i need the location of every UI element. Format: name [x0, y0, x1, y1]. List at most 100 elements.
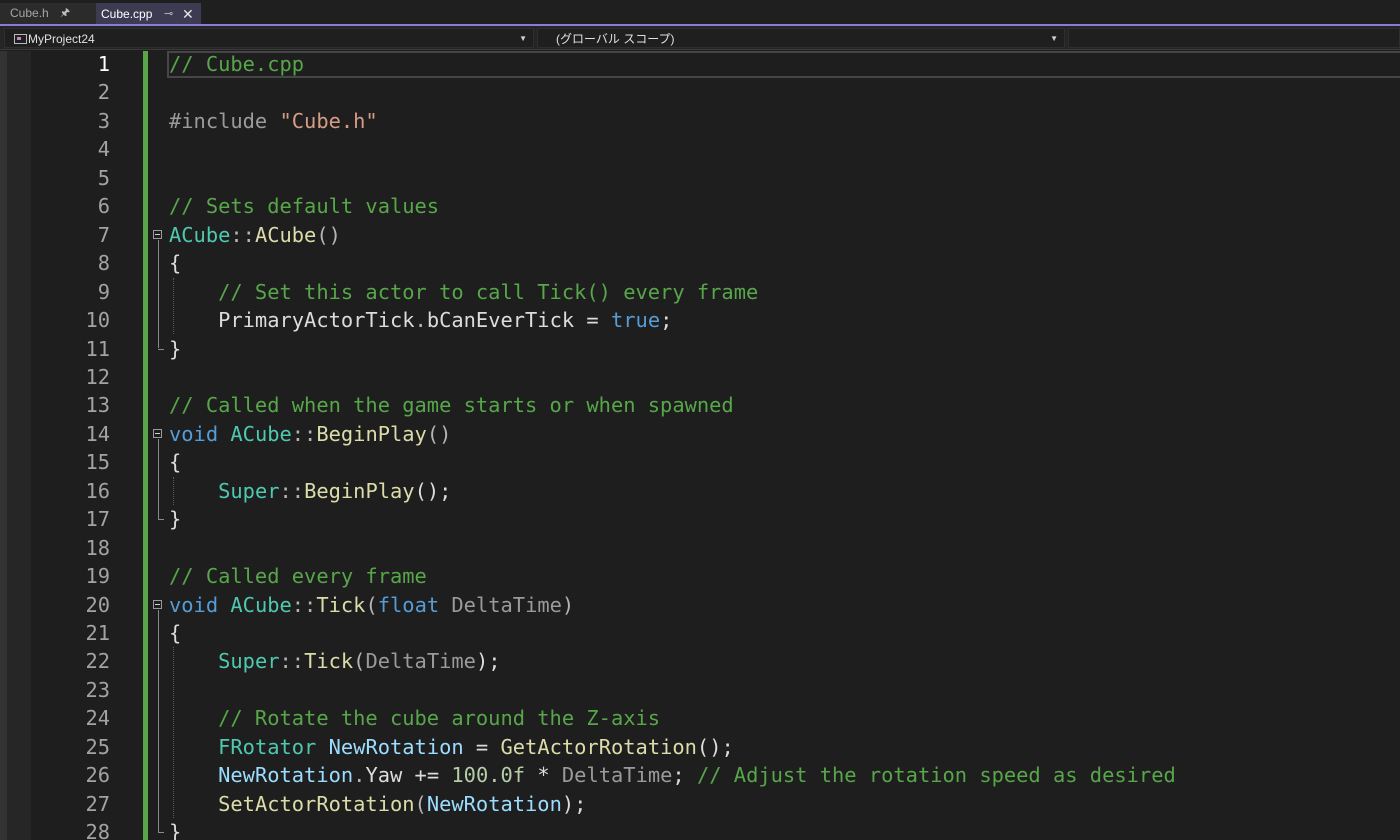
pin-icon[interactable]: 🖈 — [60, 3, 70, 24]
line-number: 8 — [97, 251, 110, 276]
code-token: // Called every frame — [169, 564, 427, 589]
code-token: NewRotation — [218, 763, 354, 788]
line-number: 27 — [85, 791, 110, 816]
line-number: 9 — [97, 279, 110, 304]
code-line[interactable]: 8{ — [0, 249, 1400, 277]
collapse-icon[interactable] — [153, 599, 162, 609]
code-line[interactable]: 16 Super::BeginPlay(); — [0, 477, 1400, 505]
line-number: 3 — [97, 108, 110, 133]
code-line[interactable]: 24 // Rotate the cube around the Z-axis — [0, 704, 1400, 732]
code-line[interactable]: 9 // Set this actor to call Tick() every… — [0, 278, 1400, 306]
tab-cube-h[interactable]: Cube.h 🖈 — [0, 3, 96, 24]
line-number: 5 — [97, 165, 110, 190]
line-code: Super::Tick(DeltaTime); — [169, 647, 500, 675]
code-line[interactable]: 17} — [0, 505, 1400, 533]
code-token: #include — [169, 108, 280, 133]
line-code: // Called every frame — [169, 562, 427, 590]
line-code: // Set this actor to call Tick() every f… — [169, 278, 758, 306]
code-token: void — [169, 592, 219, 617]
line-code: } — [169, 505, 181, 533]
pin-icon[interactable]: ⊸ — [164, 3, 173, 26]
line-number: 12 — [85, 364, 110, 389]
code-line[interactable]: 23 — [0, 676, 1400, 704]
outline-guide-end — [158, 348, 164, 350]
code-token: ; — [660, 308, 673, 333]
collapse-icon[interactable] — [153, 229, 162, 239]
code-token: . — [414, 308, 427, 333]
code-line[interactable]: 14 void ACube::BeginPlay() — [0, 420, 1400, 448]
indent-guide — [173, 476, 174, 506]
code-line[interactable]: 12 — [0, 363, 1400, 391]
code-line[interactable]: 26 NewRotation.Yaw += 100.0f * DeltaTime… — [0, 761, 1400, 789]
code-line[interactable]: 7 ACube::ACube() — [0, 221, 1400, 249]
code-token: // Adjust the rotation speed as desired — [696, 763, 1176, 788]
code-line[interactable]: 18 — [0, 534, 1400, 562]
indent-guide — [173, 277, 174, 335]
collapse-icon[interactable] — [153, 428, 162, 438]
tab-cube-cpp[interactable]: Cube.cpp ⊸ ✕ — [96, 3, 201, 26]
code-line[interactable]: 4 — [0, 135, 1400, 163]
code-token: ACube — [230, 592, 292, 617]
code-line[interactable]: 27 SetActorRotation(NewRotation); — [0, 790, 1400, 818]
code-line[interactable]: 20 void ACube::Tick(float DeltaTime) — [0, 591, 1400, 619]
close-icon[interactable]: ✕ — [182, 3, 194, 26]
code-line[interactable]: 3 #include "Cube.h" — [0, 107, 1400, 135]
code-token: BeginPlay — [316, 421, 427, 446]
code-token: // Sets default values — [169, 194, 440, 219]
chevron-down-icon[interactable]: ▼ — [519, 29, 527, 49]
code-token: SetActorRotation — [218, 791, 415, 816]
code-line[interactable]: 11} — [0, 335, 1400, 363]
code-token: // Cube.cpp — [169, 52, 305, 76]
code-line[interactable]: 2 — [0, 78, 1400, 106]
document-tab-bar: Cube.h 🖈 Cube.cpp ⊸ ✕ — [0, 0, 1400, 26]
line-number: 15 — [85, 450, 110, 475]
line-code: // Called when the game starts or when s… — [169, 391, 734, 419]
indent-guide — [173, 647, 174, 819]
outline-guide — [158, 609, 159, 833]
code-token: (); — [414, 478, 452, 503]
code-line[interactable]: 21 { — [0, 619, 1400, 647]
member-dropdown[interactable] — [1068, 28, 1400, 48]
chevron-down-icon[interactable]: ▼ — [1050, 29, 1058, 49]
code-token: ACube — [169, 222, 231, 247]
line-number: 16 — [85, 478, 110, 503]
code-editor[interactable]: 1// Cube.cpp 2 3 #include "Cube.h" 4 5 6// Set… — [0, 51, 1400, 840]
line-number: 13 — [85, 393, 110, 418]
code-token: ( — [353, 649, 366, 674]
scope-dropdown[interactable]: (グローバル スコープ) ▼ — [537, 28, 1065, 48]
line-number: 25 — [85, 734, 110, 759]
code-line[interactable]: 10 PrimaryActorTick.bCanEverTick = true; — [0, 306, 1400, 334]
outline-guide — [158, 239, 159, 349]
code-line[interactable]: 28} — [0, 818, 1400, 840]
code-token: :: — [279, 649, 305, 674]
code-line[interactable]: 15 { — [0, 448, 1400, 476]
code-line[interactable]: 5 — [0, 164, 1400, 192]
line-number: 24 — [85, 706, 110, 731]
code-token: "Cube.h" — [279, 108, 378, 133]
line-number: 21 — [85, 621, 110, 645]
code-line[interactable]: 13 // Called when the game starts or when… — [0, 391, 1400, 419]
line-number: 18 — [85, 535, 110, 560]
line-number: 28 — [85, 820, 110, 840]
code-token: } — [169, 820, 182, 840]
code-line[interactable]: 25 FRotator NewRotation = GetActorRotati… — [0, 733, 1400, 761]
code-token: :: — [291, 421, 317, 446]
code-token: :: — [230, 222, 255, 247]
line-number: 23 — [85, 677, 110, 702]
code-token: ACube — [230, 421, 292, 446]
code-line[interactable]: 6 // Sets default values — [0, 192, 1400, 220]
code-line[interactable]: 22 Super::Tick(DeltaTime); — [0, 647, 1400, 675]
code-line[interactable]: 19 // Called every frame — [0, 562, 1400, 590]
code-token: () — [316, 222, 341, 247]
code-token: // Called when the game starts or when s… — [169, 393, 734, 418]
project-dropdown[interactable]: MyProject24 ▼ — [4, 28, 534, 48]
code-token: } — [169, 336, 182, 361]
code-token: = — [574, 308, 611, 333]
code-token: FRotator — [218, 734, 317, 759]
line-code: ACube::ACube() — [169, 221, 341, 249]
code-line[interactable]: 1 // Cube.cpp — [0, 51, 1400, 78]
code-token: // Set this actor to call Tick() every f… — [169, 279, 759, 304]
